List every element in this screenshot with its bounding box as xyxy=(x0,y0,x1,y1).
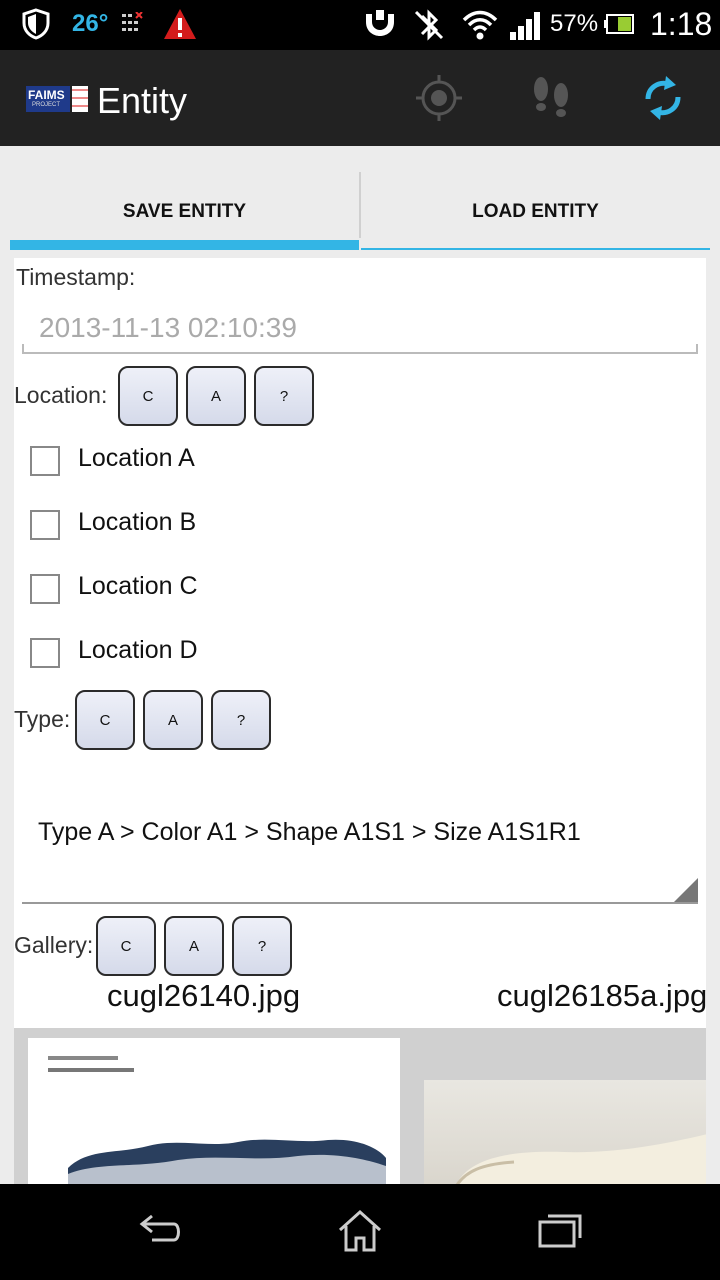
location-clear-button[interactable]: C xyxy=(118,366,178,426)
timestamp-underline xyxy=(22,352,698,354)
data-usage-icon xyxy=(122,12,143,31)
location-a-label: Location A xyxy=(78,444,195,472)
gallery-caption-2: cugl26185a.jpg xyxy=(497,978,706,1013)
logo-stripes xyxy=(72,86,88,112)
entity-form: Timestamp: 2013-11-13 02:10:39 Location:… xyxy=(14,258,706,1184)
content-area: SAVE ENTITY LOAD ENTITY Timestamp: 2013-… xyxy=(0,146,720,1184)
timestamp-field[interactable]: 2013-11-13 02:10:39 xyxy=(39,312,297,344)
screen-mirroring-icon xyxy=(366,10,394,36)
location-a-checkbox[interactable] xyxy=(30,446,60,476)
location-c-checkbox[interactable] xyxy=(30,574,60,604)
back-icon xyxy=(139,1214,180,1242)
location-d-checkbox[interactable] xyxy=(30,638,60,668)
gallery-image-2[interactable] xyxy=(424,1080,706,1184)
tab-indicator-selected xyxy=(10,240,359,250)
type-info-button[interactable]: ? xyxy=(211,690,271,750)
gallery-label: Gallery: xyxy=(14,932,94,958)
battery-tip xyxy=(604,20,606,28)
footsteps-icon[interactable] xyxy=(527,73,577,123)
tab-indicator-line xyxy=(361,248,710,250)
type-clear-button[interactable]: C xyxy=(75,690,135,750)
location-info-button[interactable]: ? xyxy=(254,366,314,426)
location-label: Location: xyxy=(14,382,108,408)
wifi-icon xyxy=(462,10,498,40)
signal-icon xyxy=(510,12,540,40)
timestamp-underline-tick-right xyxy=(696,344,698,354)
gps-target-icon[interactable] xyxy=(414,73,464,123)
logo-subtext: PROJECT xyxy=(32,102,61,108)
gallery-caption-2-clip: cugl26185a.jpg xyxy=(494,978,706,1022)
location-b-label: Location B xyxy=(78,508,197,536)
timestamp-label: Timestamp: xyxy=(16,264,136,290)
type-label: Type: xyxy=(14,706,71,732)
gallery-image-1[interactable] xyxy=(28,1038,400,1184)
back-button[interactable] xyxy=(120,1200,200,1260)
type-hierarchy-field[interactable]: Type A > Color A1 > Shape A1S1 > Size A1… xyxy=(38,818,581,847)
home-icon xyxy=(338,1209,382,1252)
app-title: Entity xyxy=(97,80,188,121)
clock-text: 1:18 xyxy=(650,6,713,42)
status-bar: 26° 57% 1:18 xyxy=(0,0,720,50)
type-annotation-button[interactable]: A xyxy=(143,690,203,750)
tab-bar: SAVE ENTITY LOAD ENTITY xyxy=(10,172,710,252)
type-field-underline xyxy=(22,902,698,904)
tab-load-entity[interactable]: LOAD ENTITY xyxy=(361,172,710,252)
resize-handle-icon[interactable] xyxy=(674,878,698,902)
gallery-image-1-text-2 xyxy=(48,1068,134,1072)
app-logo: FAIMS PROJECT xyxy=(26,86,88,112)
gallery-image-1-object xyxy=(68,1139,386,1184)
gallery-image-2-object xyxy=(455,1134,706,1184)
recent-apps-icon xyxy=(538,1214,582,1248)
sync-icon[interactable] xyxy=(638,73,688,123)
location-c-label: Location C xyxy=(78,572,198,600)
timestamp-underline-tick-left xyxy=(22,344,24,354)
gallery-info-button[interactable]: ? xyxy=(232,916,292,976)
gallery-image-1-text xyxy=(48,1056,118,1060)
home-button[interactable] xyxy=(320,1200,400,1260)
location-b-checkbox[interactable] xyxy=(30,510,60,540)
gallery-strip[interactable] xyxy=(14,1028,706,1184)
location-d-label: Location D xyxy=(78,636,198,664)
temperature-text: 26° xyxy=(72,10,109,37)
shield-icon xyxy=(22,8,50,40)
gallery-clear-button[interactable]: C xyxy=(96,916,156,976)
recent-apps-button[interactable] xyxy=(520,1200,600,1260)
battery-percent-text: 57% xyxy=(550,10,599,37)
warning-icon xyxy=(164,9,196,39)
battery-level-fill xyxy=(618,17,631,31)
logo-text: FAIMS xyxy=(28,88,65,102)
battery-icon xyxy=(606,14,634,34)
gallery-annotation-button[interactable]: A xyxy=(164,916,224,976)
bluetooth-off-icon xyxy=(414,9,444,41)
location-annotation-button[interactable]: A xyxy=(186,366,246,426)
gallery-caption-1: cugl26140.jpg xyxy=(107,978,301,1013)
navigation-bar xyxy=(0,1184,720,1280)
